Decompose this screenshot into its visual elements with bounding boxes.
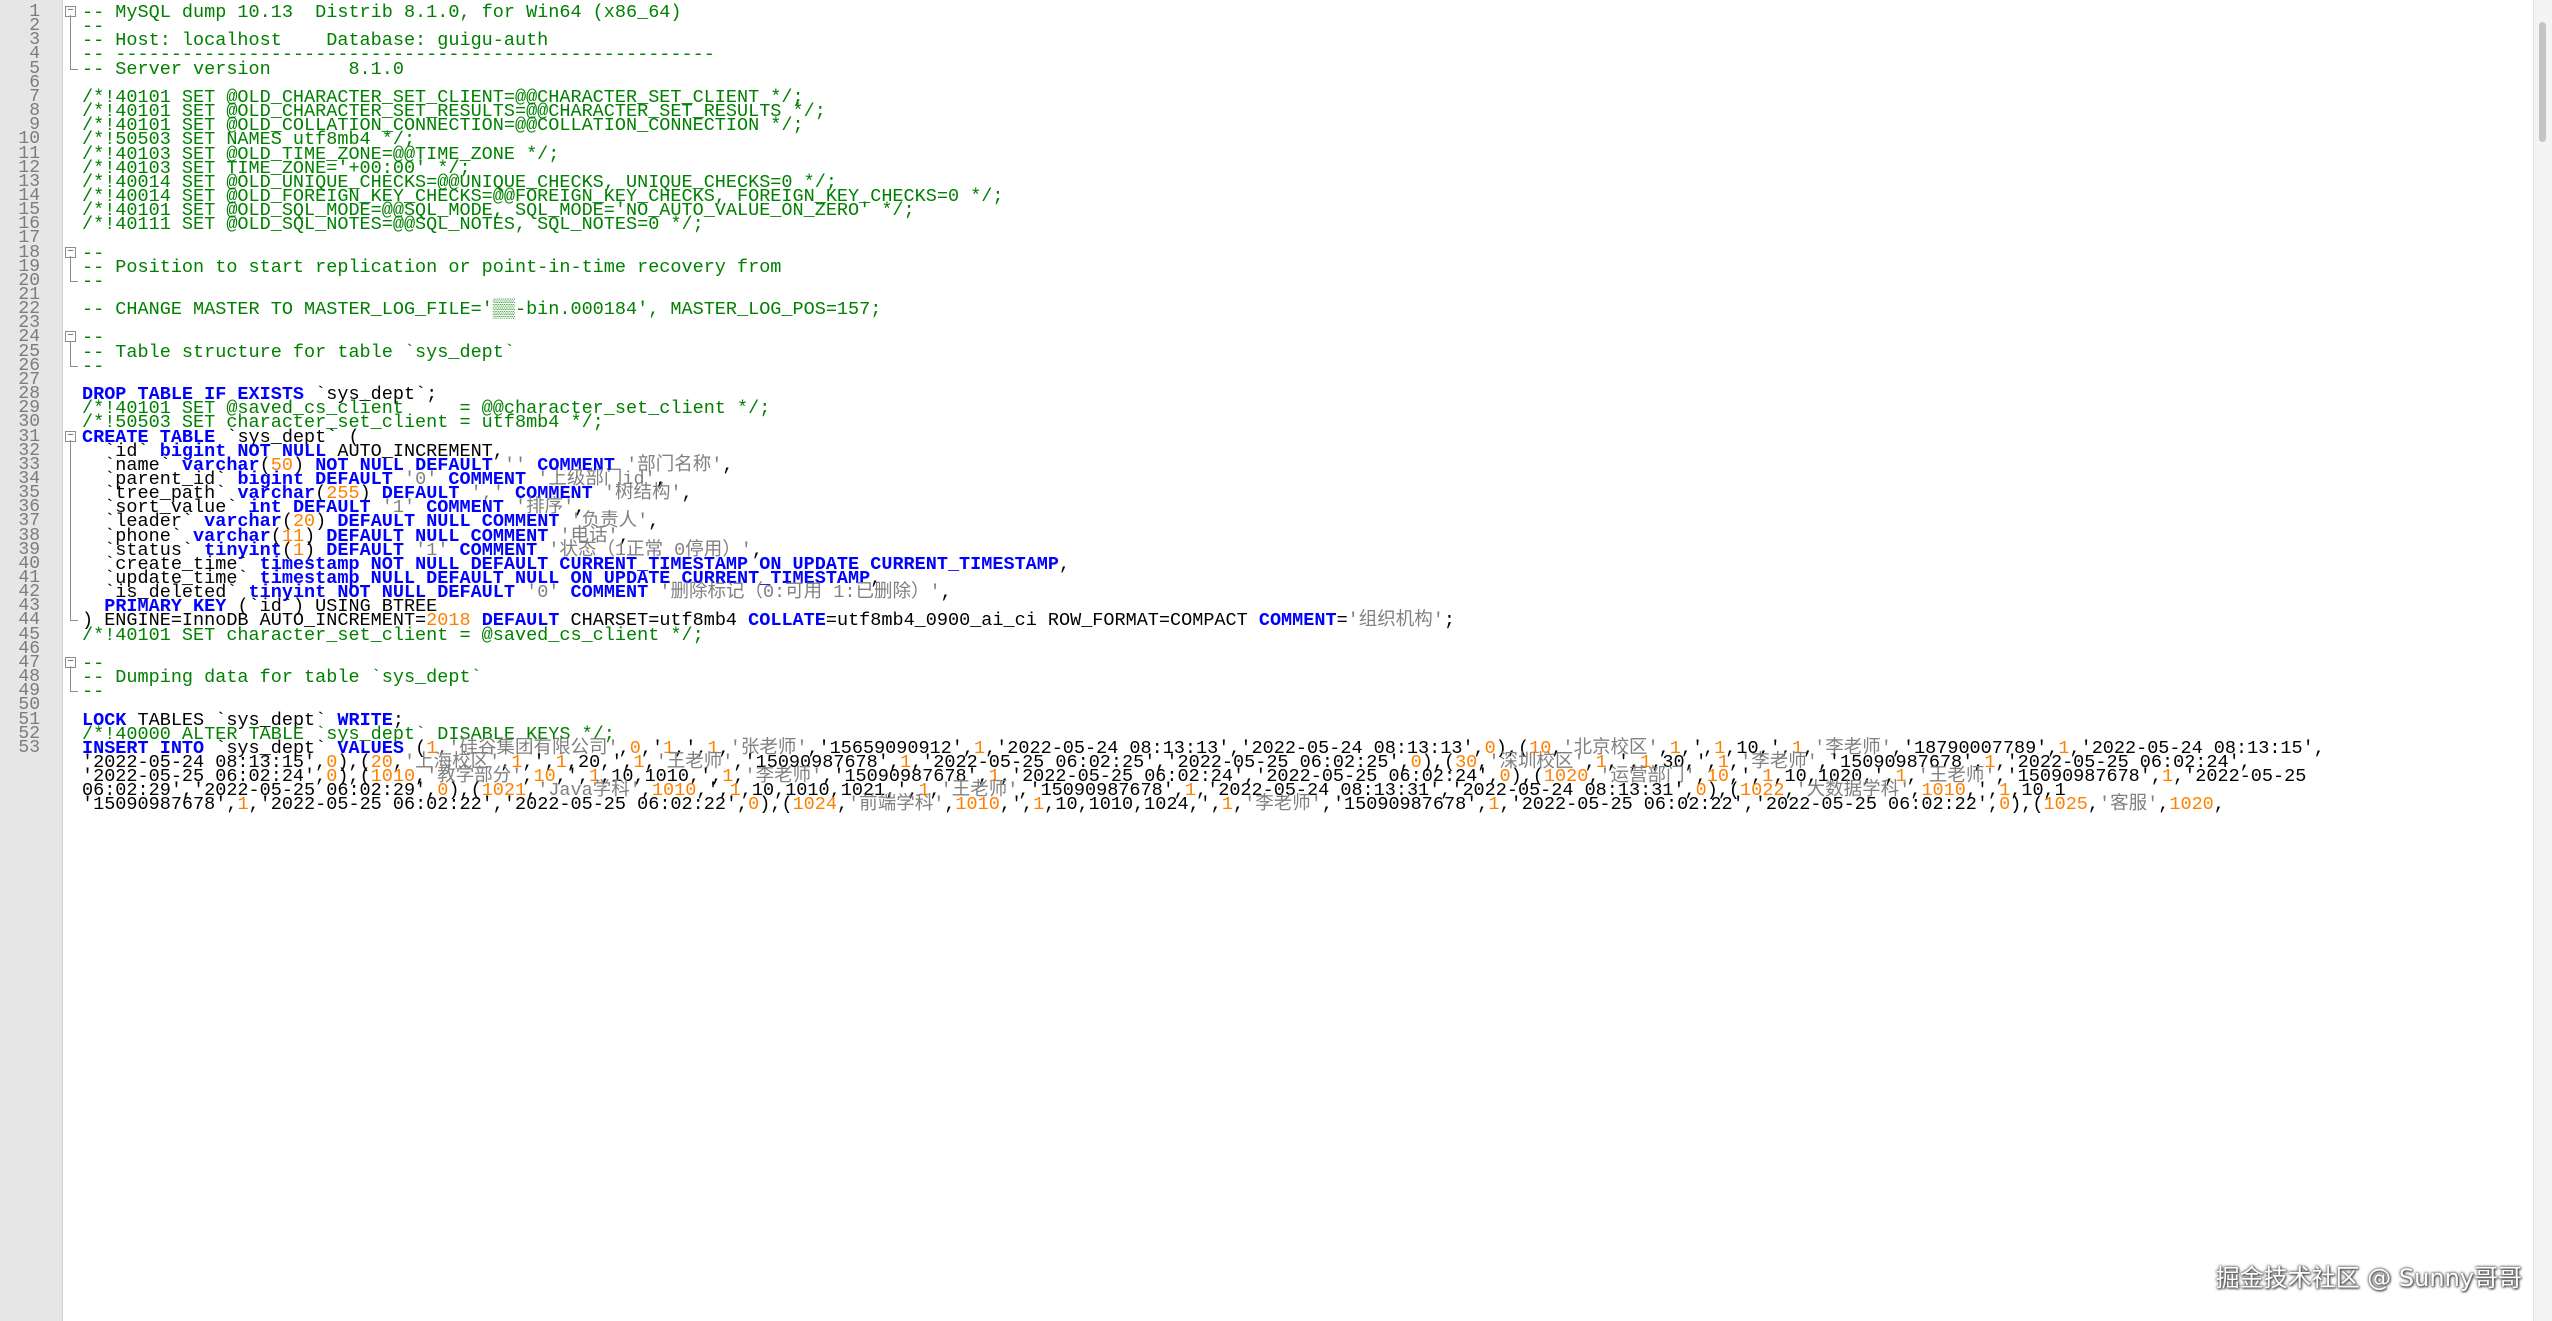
number-token: 0 — [748, 794, 760, 816]
fold-end-mark — [70, 365, 78, 367]
fold-guide — [70, 609, 71, 621]
fold-end-mark — [70, 691, 78, 693]
number-token: 1 — [1033, 794, 1045, 816]
text-token: , — [2213, 794, 2225, 816]
text-token: , — [2158, 794, 2170, 816]
text-token: , — [944, 794, 956, 816]
number-token: 1020 — [2169, 794, 2214, 816]
text-token: ,'15090987678', — [1321, 794, 1489, 816]
fold-guide — [70, 680, 71, 692]
string-token: '前端学科' — [848, 794, 945, 816]
string-token: '李老师' — [1244, 794, 1322, 816]
number-token: 1010 — [955, 794, 1000, 816]
fold-end-mark — [70, 620, 78, 622]
text-token: ,'2022-05-25 — [2173, 766, 2307, 788]
number-token: 1 — [2161, 766, 2174, 788]
vertical-scrollbar[interactable] — [2533, 0, 2552, 1321]
watermark: 掘金技术社区 @ Sunny哥哥 — [2215, 1264, 2522, 1292]
fold-guide — [70, 269, 71, 281]
fold-guide — [70, 57, 71, 69]
wrapped-code-line[interactable]: '15090987678',1,'2022-05-25 06:02:22','2… — [82, 793, 2225, 816]
number-token: 0 — [1999, 794, 2011, 816]
string-token: '客服' — [2099, 794, 2159, 816]
text-token: ),( — [759, 794, 793, 816]
text-token: ,'2022-05-25 06:02:22','2022-05-25 06:02… — [1499, 794, 2000, 816]
scrollbar-thumb[interactable] — [2539, 22, 2546, 142]
text-token: '15090987678', — [82, 794, 238, 816]
text-token: ),( — [2010, 794, 2044, 816]
number-token: 1024 — [792, 794, 837, 816]
text-token: , — [836, 794, 849, 816]
text-token: ,10,1010,1024,', — [1044, 794, 1222, 816]
fold-end-mark — [70, 280, 78, 282]
text-token: , — [1233, 794, 1245, 816]
code-editor[interactable]: 1− -- MySQL dump 10.13 Distrib 8.1.0, for… — [0, 0, 2552, 1321]
fold-guide — [70, 354, 71, 366]
number-token: 1 — [1488, 794, 1500, 816]
number-token: 1025 — [2043, 794, 2088, 816]
number-token: 1 — [237, 794, 249, 816]
line-number: 53 — [18, 737, 40, 758]
fold-end-mark — [70, 68, 78, 70]
text-token: , — [2087, 794, 2100, 816]
text-token: ,'2022-05-25 06:02:22','2022-05-25 06:02… — [248, 794, 749, 816]
text-token: ,', — [999, 794, 1034, 816]
number-token: 1 — [1221, 794, 1234, 816]
